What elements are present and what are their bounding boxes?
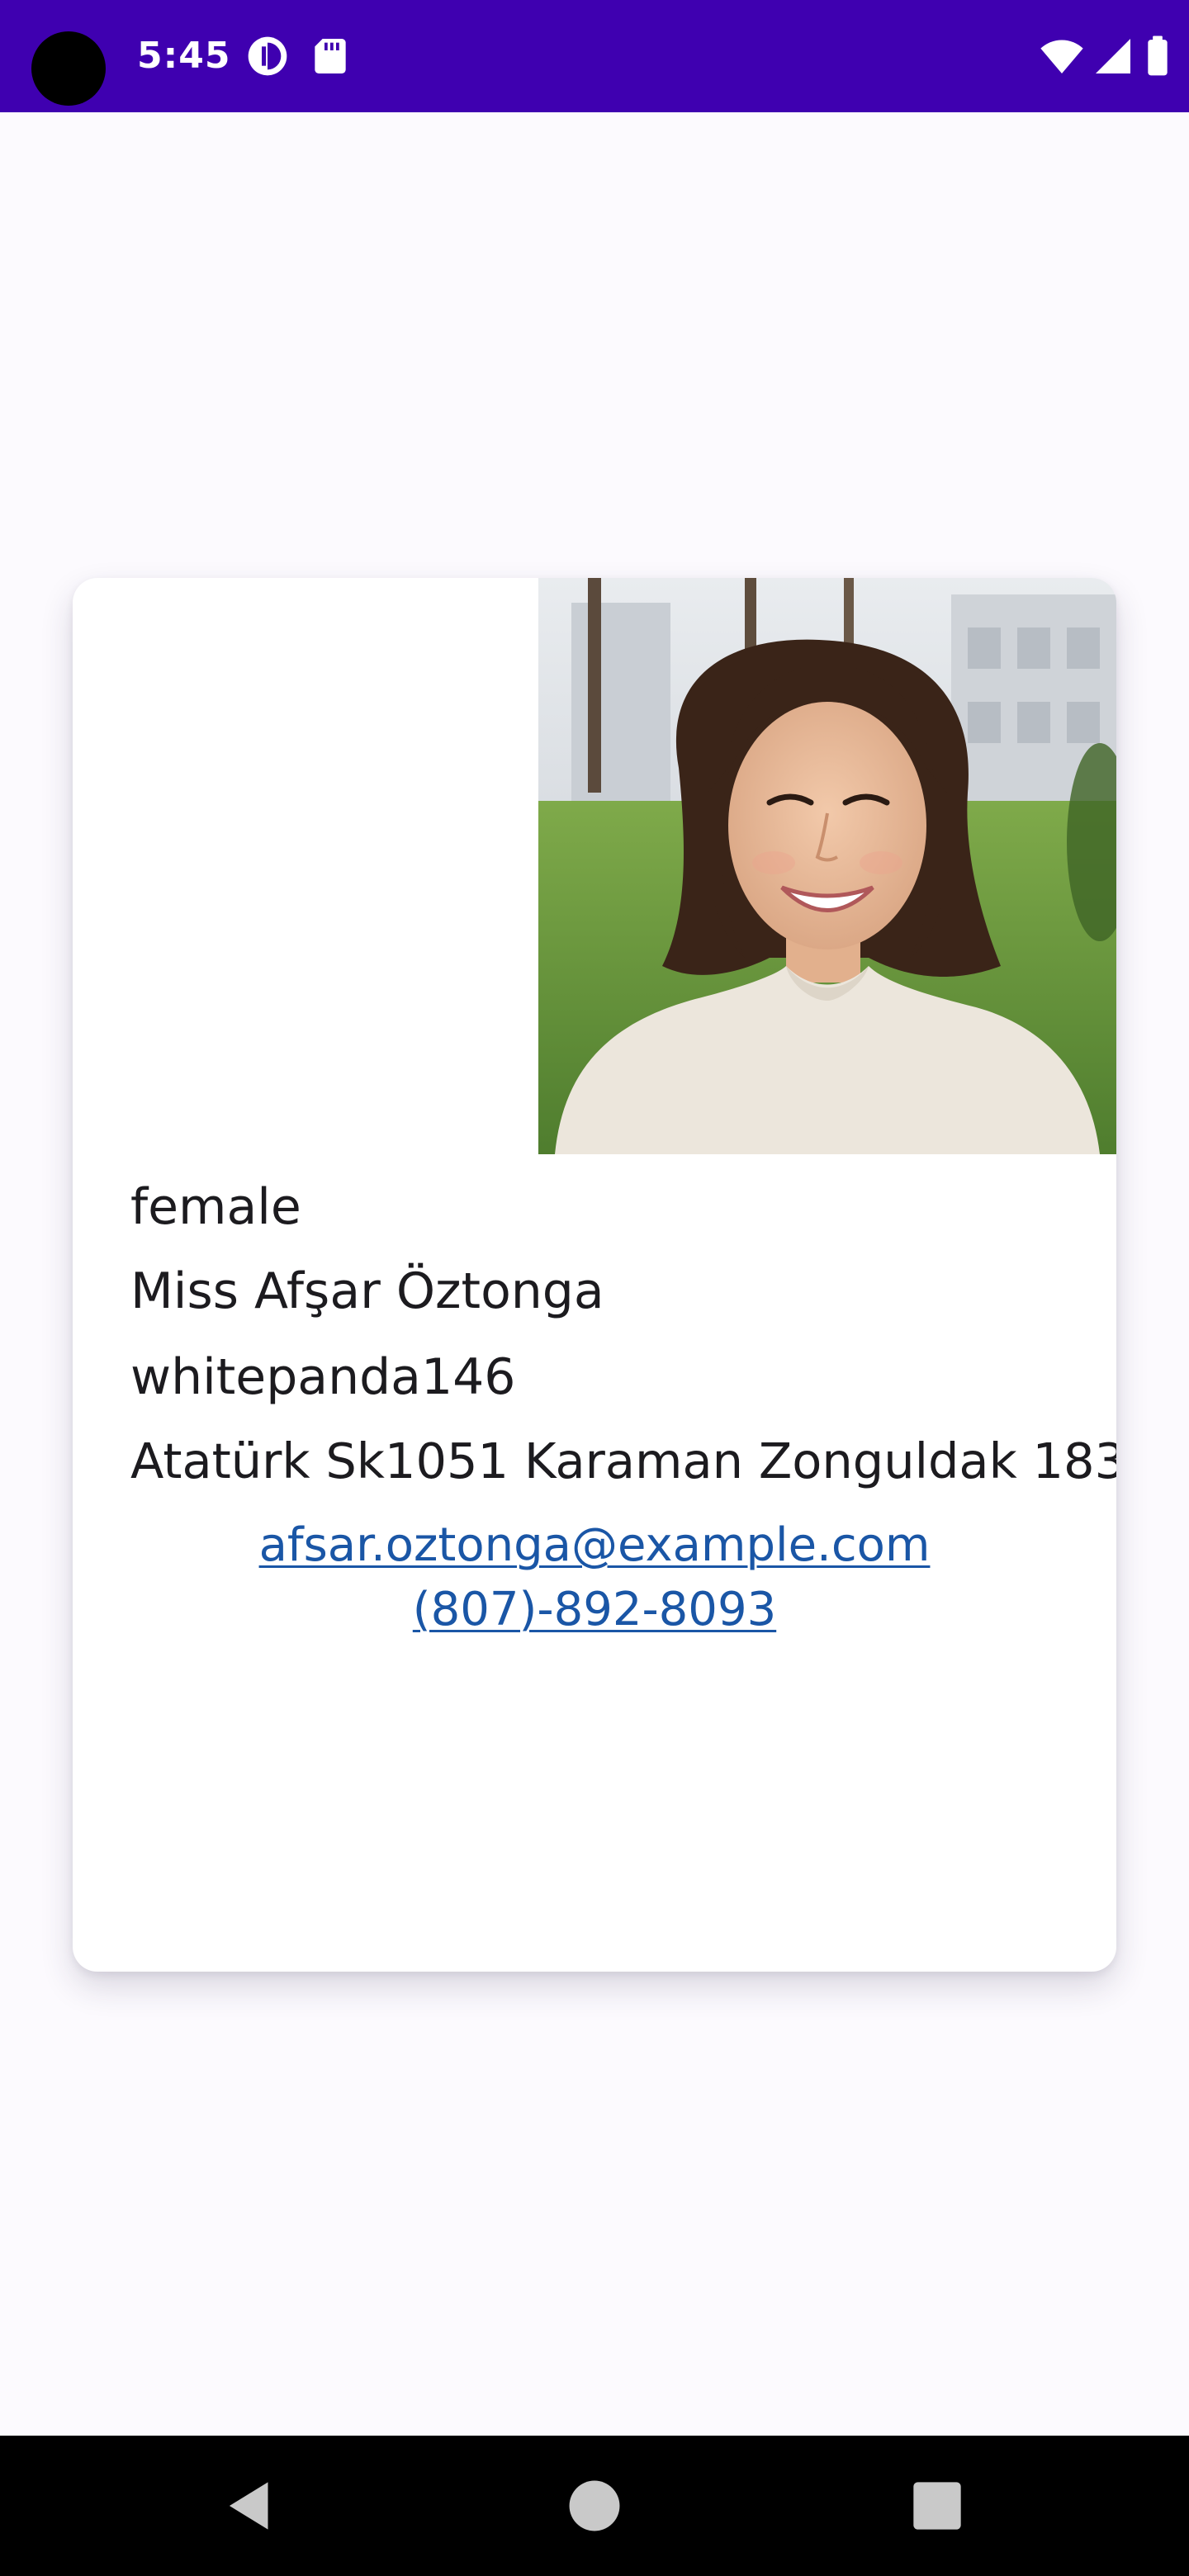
battery-icon — [1135, 33, 1181, 79]
back-icon[interactable] — [215, 2470, 286, 2541]
full-name-text: Miss Afşar Öztonga — [130, 1262, 604, 1320]
data-saver-icon — [244, 33, 291, 79]
recents-icon[interactable] — [902, 2470, 973, 2541]
profile-card: female Miss Afşar Öztonga whitepanda146 … — [73, 578, 1116, 1972]
status-bar: 5:45 — [0, 0, 1189, 112]
wifi-icon — [1039, 33, 1085, 79]
sd-card-icon — [307, 33, 353, 79]
signal-icon — [1090, 33, 1136, 79]
gender-text: female — [130, 1178, 301, 1236]
address-text: Atatürk Sk1051 Karaman Zonguldak 18346 — [130, 1432, 1116, 1489]
phone-link[interactable]: (807)-892-8093 — [73, 1580, 1116, 1640]
camera-cutout — [31, 31, 106, 106]
navigation-bar — [0, 2436, 1189, 2576]
home-icon[interactable] — [559, 2470, 630, 2541]
status-time: 5:45 — [137, 35, 231, 77]
email-link[interactable]: afsar.oztonga@example.com — [73, 1516, 1116, 1575]
profile-photo — [538, 578, 1116, 1154]
username-text: whitepanda146 — [130, 1348, 516, 1406]
